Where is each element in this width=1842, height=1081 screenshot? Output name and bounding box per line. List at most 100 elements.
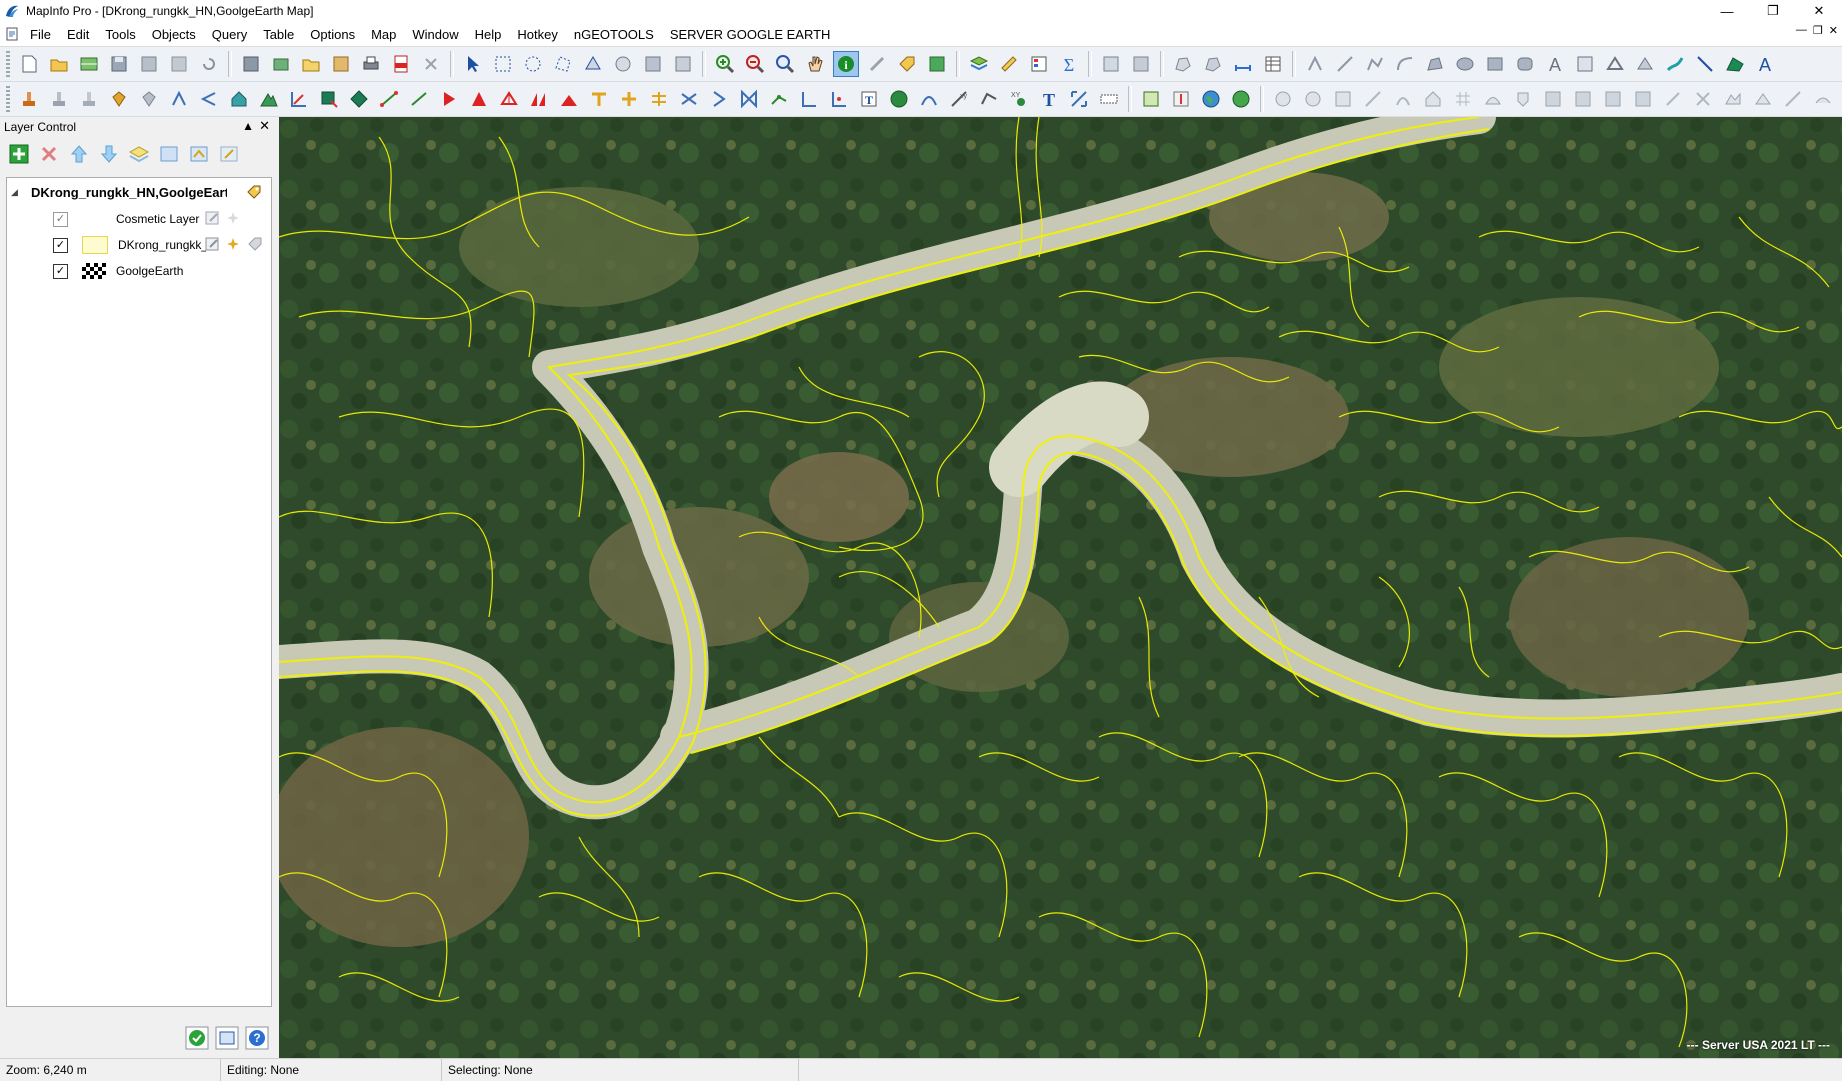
invert-selection-icon[interactable] (641, 52, 665, 76)
layer-visibility-checkbox[interactable]: ✓ (53, 211, 68, 227)
legend-icon[interactable] (1027, 52, 1051, 76)
disabled-tool-2-icon[interactable] (1301, 87, 1325, 111)
layer-visibility-checkbox[interactable]: ✓ (53, 237, 68, 253)
polygon-icon[interactable] (1423, 52, 1447, 76)
disabled-tool-4-icon[interactable] (1361, 87, 1385, 111)
zoom-out-icon[interactable] (743, 52, 767, 76)
add-layer-icon[interactable] (7, 142, 31, 166)
save-table-icon[interactable] (107, 52, 131, 76)
menu-ngeotools[interactable]: nGEOTOOLS (566, 27, 662, 42)
print-preview-icon[interactable] (329, 52, 353, 76)
mountain-icon[interactable] (257, 87, 281, 111)
diamond-icon[interactable] (347, 87, 371, 111)
globe-icon[interactable] (887, 87, 911, 111)
pdf-icon[interactable] (389, 52, 413, 76)
collapse-icon[interactable]: ◢ (11, 187, 25, 198)
move-layer-down-icon[interactable] (97, 142, 121, 166)
pin-grey-icon[interactable] (137, 87, 161, 111)
frame-icon[interactable] (1573, 52, 1597, 76)
menu-tools[interactable]: Tools (97, 27, 143, 42)
drag-window-icon[interactable] (925, 52, 949, 76)
layer-row-dkrong[interactable]: ✓ DKrong_rungkk_ (7, 232, 271, 258)
route-icon[interactable] (1663, 52, 1687, 76)
pin-icon[interactable] (107, 87, 131, 111)
stamp-grey-icon[interactable] (47, 87, 71, 111)
disabled-tool-16-icon[interactable] (1721, 87, 1745, 111)
apply-changes-icon[interactable] (184, 1025, 210, 1051)
chevron-right-icon[interactable] (707, 87, 731, 111)
zoom-in-icon[interactable] (713, 52, 737, 76)
menu-objects[interactable]: Objects (144, 27, 204, 42)
label-tool-icon[interactable] (895, 52, 919, 76)
minimize-icon[interactable]: — (1704, 0, 1750, 22)
disabled-tool-17-icon[interactable] (1751, 87, 1775, 111)
close-table-icon[interactable] (167, 52, 191, 76)
edit-layer-icon[interactable] (217, 142, 241, 166)
ruler-icon[interactable] (997, 52, 1021, 76)
layer-visibility-checkbox[interactable]: ✓ (53, 263, 68, 279)
pin-icon[interactable]: ▲ (242, 119, 254, 133)
status-zoom[interactable]: Zoom: 6,240 m (0, 1059, 221, 1081)
region-icon-b[interactable] (1201, 52, 1225, 76)
xy-line-icon[interactable]: xy (947, 87, 971, 111)
stamp-grey-b-icon[interactable] (77, 87, 101, 111)
text-icon[interactable]: A (1543, 52, 1567, 76)
statistics-icon[interactable]: Σ (1057, 52, 1081, 76)
triangle-red-icon[interactable] (467, 87, 491, 111)
add-node-icon[interactable] (1603, 52, 1627, 76)
grabber-hand-icon[interactable] (803, 52, 827, 76)
auto-label-icon[interactable] (225, 236, 241, 252)
disabled-tool-6-icon[interactable] (1421, 87, 1445, 111)
refresh-layers-icon[interactable] (157, 142, 181, 166)
earth-globe-icon[interactable] (1199, 87, 1223, 111)
arrow-node-icon[interactable] (167, 87, 191, 111)
disabled-tool-15-icon[interactable] (1691, 87, 1715, 111)
polyline-icon[interactable] (1363, 52, 1387, 76)
text-t-icon[interactable]: T (1037, 87, 1061, 111)
toolbar-grip[interactable] (6, 86, 10, 112)
layer-options-icon[interactable] (214, 1025, 240, 1051)
menu-query[interactable]: Query (204, 27, 255, 42)
maximize-icon[interactable]: ❐ (1750, 0, 1796, 22)
auto-label-icon[interactable] (225, 210, 241, 226)
node-line-icon[interactable] (767, 87, 791, 111)
split-line-icon[interactable] (407, 87, 431, 111)
editable-icon[interactable] (205, 210, 221, 226)
child-restore-icon[interactable]: ❐ (1813, 24, 1823, 37)
ellipse-icon[interactable] (1453, 52, 1477, 76)
triangle-pair-icon[interactable] (527, 87, 551, 111)
menu-hotkey[interactable]: Hotkey (509, 27, 565, 42)
menu-options[interactable]: Options (302, 27, 363, 42)
polygon-edit-icon[interactable] (317, 87, 341, 111)
snap-line-icon[interactable] (377, 87, 401, 111)
help-icon[interactable]: ? (244, 1025, 270, 1051)
unselect-all-icon[interactable] (611, 52, 635, 76)
axis-icon[interactable] (287, 87, 311, 111)
save-copy-icon[interactable] (137, 52, 161, 76)
rounded-rectangle-icon[interactable] (1513, 52, 1537, 76)
info-tool-icon[interactable]: i (833, 51, 859, 77)
reorder-layers-icon[interactable] (187, 142, 211, 166)
layer-row-cosmetic[interactable]: ✓ Cosmetic Layer (7, 206, 271, 232)
status-editing[interactable]: Editing: None (221, 1059, 442, 1081)
disabled-tool-13-icon[interactable] (1631, 87, 1655, 111)
scale-icon[interactable] (1097, 87, 1121, 111)
google-earth-pin-icon[interactable] (1169, 87, 1193, 111)
clip-region-icon[interactable] (1099, 52, 1123, 76)
house-icon[interactable] (227, 87, 251, 111)
move-layer-up-icon[interactable] (67, 142, 91, 166)
menu-window[interactable]: Window (404, 27, 466, 42)
stamp-icon[interactable] (17, 87, 41, 111)
split-icon[interactable] (1633, 52, 1657, 76)
menu-server-google-earth[interactable]: SERVER GOOGLE EARTH (662, 27, 839, 42)
change-view-icon[interactable] (773, 52, 797, 76)
disabled-tool-10-icon[interactable] (1541, 87, 1565, 111)
t-bar-icon[interactable] (587, 87, 611, 111)
disabled-tool-3-icon[interactable] (1331, 87, 1355, 111)
new-table-icon[interactable] (17, 52, 41, 76)
text-table-icon[interactable]: T (857, 87, 881, 111)
menu-map[interactable]: Map (363, 27, 404, 42)
region-icon-a[interactable] (1171, 52, 1195, 76)
document-system-icon[interactable] (4, 26, 20, 42)
open-workspace-icon[interactable] (77, 52, 101, 76)
